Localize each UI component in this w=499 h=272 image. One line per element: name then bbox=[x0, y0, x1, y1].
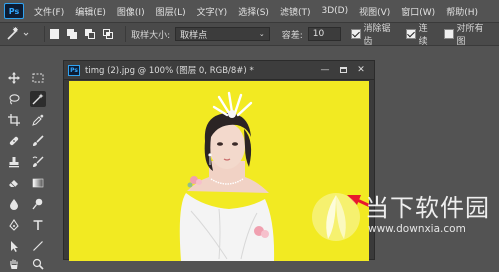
contiguous-label: 连续 bbox=[418, 24, 428, 47]
healing-brush-icon[interactable] bbox=[6, 133, 22, 149]
tool-preset-picker[interactable] bbox=[6, 27, 39, 41]
menu-view[interactable]: 视图(V) bbox=[359, 5, 390, 18]
move-icon[interactable] bbox=[6, 70, 22, 86]
menu-bar: Ps 文件(F) 编辑(E) 图像(I) 图层(L) 文字(Y) 选择(S) 滤… bbox=[0, 0, 499, 22]
eyedropper-icon[interactable] bbox=[30, 112, 46, 128]
blur-icon[interactable] bbox=[6, 196, 22, 212]
zoom-icon[interactable] bbox=[30, 256, 46, 272]
watermark-logo-icon bbox=[312, 193, 360, 241]
options-bar: 取样大小: 取样点 ⌄ 容差: 10 消除锯齿 连续 对所有图 bbox=[0, 21, 499, 47]
eraser-icon[interactable] bbox=[6, 175, 22, 191]
separator bbox=[43, 26, 45, 42]
menu-layer[interactable]: 图层(L) bbox=[156, 5, 186, 18]
tolerance-label: 容差: bbox=[281, 30, 303, 41]
magic-wand-icon bbox=[7, 27, 29, 40]
path-select-icon[interactable] bbox=[6, 238, 22, 254]
add-selection-button[interactable] bbox=[67, 29, 78, 39]
history-brush-icon[interactable] bbox=[30, 154, 46, 170]
menu-help[interactable]: 帮助(H) bbox=[446, 5, 478, 18]
separator bbox=[125, 26, 127, 42]
menu-3d[interactable]: 3D(D) bbox=[321, 6, 348, 16]
magic-wand-icon[interactable] bbox=[30, 91, 46, 107]
menu-type[interactable]: 文字(Y) bbox=[197, 5, 228, 18]
sample-size-label: 取样大小: bbox=[131, 30, 171, 41]
menu-edit[interactable]: 编辑(E) bbox=[75, 5, 106, 18]
new-selection-button[interactable] bbox=[49, 29, 60, 39]
document-ps-badge: Ps bbox=[68, 64, 80, 76]
marquee-icon[interactable] bbox=[30, 70, 46, 86]
all-layers-label: 对所有图 bbox=[456, 24, 484, 47]
line-icon[interactable] bbox=[30, 238, 46, 254]
lasso-icon[interactable] bbox=[6, 91, 22, 107]
close-icon[interactable]: ✕ bbox=[352, 64, 370, 76]
brush-icon[interactable] bbox=[30, 133, 46, 149]
check-icon bbox=[406, 29, 416, 39]
crop-icon[interactable] bbox=[6, 112, 22, 128]
watermark-text: 当下软件园 bbox=[365, 194, 490, 222]
contiguous-checkbox[interactable]: 连续 bbox=[406, 21, 436, 47]
document-title: timg (2).jpg @ 100% (图层 0, RGB/8#) * bbox=[85, 66, 254, 76]
menu-file[interactable]: 文件(F) bbox=[34, 5, 64, 18]
intersect-selection-button[interactable] bbox=[102, 29, 113, 39]
menu-filter[interactable]: 滤镜(T) bbox=[280, 5, 311, 18]
check-icon bbox=[350, 29, 361, 39]
menu-select[interactable]: 选择(S) bbox=[238, 5, 269, 18]
antialias-label: 消除锯齿 bbox=[363, 24, 391, 47]
tolerance-value: 10 bbox=[312, 29, 325, 39]
tools-panel bbox=[0, 64, 54, 270]
maximize-icon[interactable] bbox=[334, 64, 352, 76]
unchecked-box-icon bbox=[443, 29, 454, 39]
photoshop-logo: Ps bbox=[4, 3, 24, 19]
sample-size-select[interactable]: 取样点 ⌄ bbox=[175, 27, 270, 41]
tolerance-input[interactable]: 10 bbox=[307, 27, 341, 41]
antialias-checkbox[interactable]: 消除锯齿 bbox=[350, 21, 398, 47]
pen-icon[interactable] bbox=[6, 217, 22, 233]
type-icon[interactable] bbox=[30, 217, 46, 233]
window-controls: — ✕ bbox=[316, 64, 370, 76]
menu-window[interactable]: 窗口(W) bbox=[401, 5, 435, 18]
document-tab[interactable]: Ps timg (2).jpg @ 100% (图层 0, RGB/8#) * … bbox=[64, 61, 374, 80]
subtract-selection-button[interactable] bbox=[84, 29, 95, 39]
all-layers-checkbox[interactable]: 对所有图 bbox=[443, 21, 491, 47]
menu-image[interactable]: 图像(I) bbox=[117, 5, 145, 18]
dodge-icon[interactable] bbox=[30, 196, 46, 212]
stamp-icon[interactable] bbox=[6, 154, 22, 170]
hand-icon[interactable] bbox=[6, 256, 22, 272]
watermark: 当下软件园 www.downxia.com bbox=[308, 187, 499, 260]
minimize-icon[interactable]: — bbox=[316, 64, 334, 76]
watermark-url: www.downxia.com bbox=[368, 223, 466, 235]
gradient-icon[interactable] bbox=[30, 175, 46, 191]
sample-size-value: 取样点 bbox=[180, 30, 208, 41]
chevron-down-icon: ⌄ bbox=[258, 30, 265, 38]
